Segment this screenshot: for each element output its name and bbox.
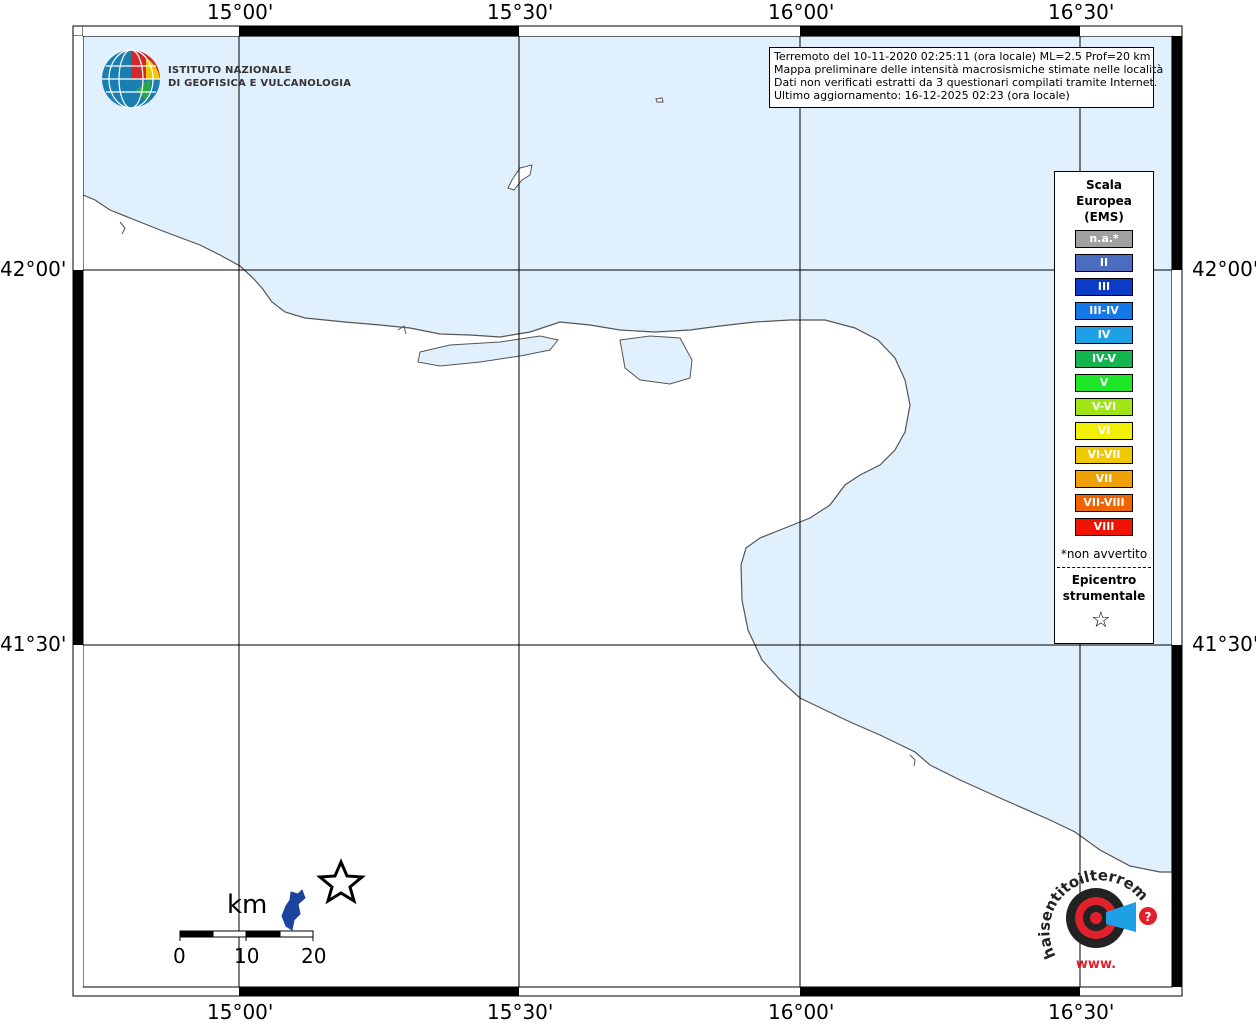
legend-swatch: V (1075, 374, 1133, 392)
ingv-name-line1: ISTITUTO NAZIONALE (168, 65, 292, 76)
legend-swatch: VI (1075, 422, 1133, 440)
legend-swatch: IV-V (1075, 350, 1133, 368)
lon-label-top-1600: 16°00' (768, 0, 835, 24)
scale-tick-20: 20 (301, 944, 327, 968)
legend-swatch: IV (1075, 326, 1133, 344)
legend-swatch: III (1075, 278, 1133, 296)
scale-tick-10: 10 (234, 944, 260, 968)
event-info-line2: Mappa preliminare delle intensità macros… (774, 63, 1164, 76)
legend-swatch: VI-VII (1075, 446, 1133, 464)
lat-label-left-4130: 41°30' (0, 632, 67, 656)
legend-swatch: II (1075, 254, 1133, 272)
event-info-line4: Ultimo aggiornamento: 16-12-2025 02:23 (… (774, 89, 1070, 102)
lon-label-bottom-1530: 15°30' (487, 1000, 554, 1024)
legend-swatch: III-IV (1075, 302, 1133, 320)
scale-tick-0: 0 (173, 944, 186, 968)
event-info-line3: Dati non verificati estratti da 3 questi… (774, 76, 1158, 89)
lon-label-bottom-1630: 16°30' (1048, 1000, 1115, 1024)
lon-label-top-1630: 16°30' (1048, 0, 1115, 24)
legend-swatch: VII-VIII (1075, 494, 1133, 512)
legend-title: Scala Europea (EMS) (1076, 178, 1132, 224)
haisentito-www: www. (1076, 957, 1116, 972)
lon-label-top-1530: 15°30' (487, 0, 554, 24)
lat-label-right-4130: 41°30' (1192, 632, 1256, 656)
lon-label-top-1500: 15°00' (207, 0, 274, 24)
lat-label-right-4200: 42°00' (1192, 257, 1256, 281)
lon-label-bottom-1500: 15°00' (207, 1000, 274, 1024)
legend-epicenter-title: Epicentro strumentale (1062, 573, 1146, 603)
legend-separator (1057, 567, 1151, 568)
ingv-globe-logo (102, 49, 160, 109)
svg-text:?: ? (1145, 910, 1152, 924)
lat-label-left-4200: 42°00' (0, 257, 67, 281)
scale-unit: km (227, 890, 268, 920)
event-info-box: Terremoto del 10-11-2020 02:25:11 (ora l… (769, 47, 1164, 108)
ems-legend: Scala Europea (EMS) n.a.* II III III-IV IV IV… (1054, 171, 1154, 644)
legend-swatch: V-VI (1075, 398, 1133, 416)
lon-label-bottom-1600: 16°00' (768, 1000, 835, 1024)
legend-swatch: n.a.* (1075, 230, 1133, 248)
legend-swatch: VII (1075, 470, 1133, 488)
legend-epicenter-star-icon: ☆ (1091, 608, 1111, 633)
event-info-line1: Terremoto del 10-11-2020 02:25:11 (ora l… (774, 50, 1151, 63)
legend-na-note: *non avvertito (1060, 547, 1148, 561)
legend-swatch: VIII (1075, 518, 1133, 536)
ingv-name-line2: DI GEOFISICA E VULCANOLOGIA (168, 78, 352, 89)
ingv-name: ISTITUTO NAZIONALE DI GEOFISICA E VULCAN… (168, 64, 351, 90)
haisentito-logo: haisentitoilterremoto.it ? www. (1036, 866, 1157, 972)
pianosa-island (655, 97, 664, 103)
